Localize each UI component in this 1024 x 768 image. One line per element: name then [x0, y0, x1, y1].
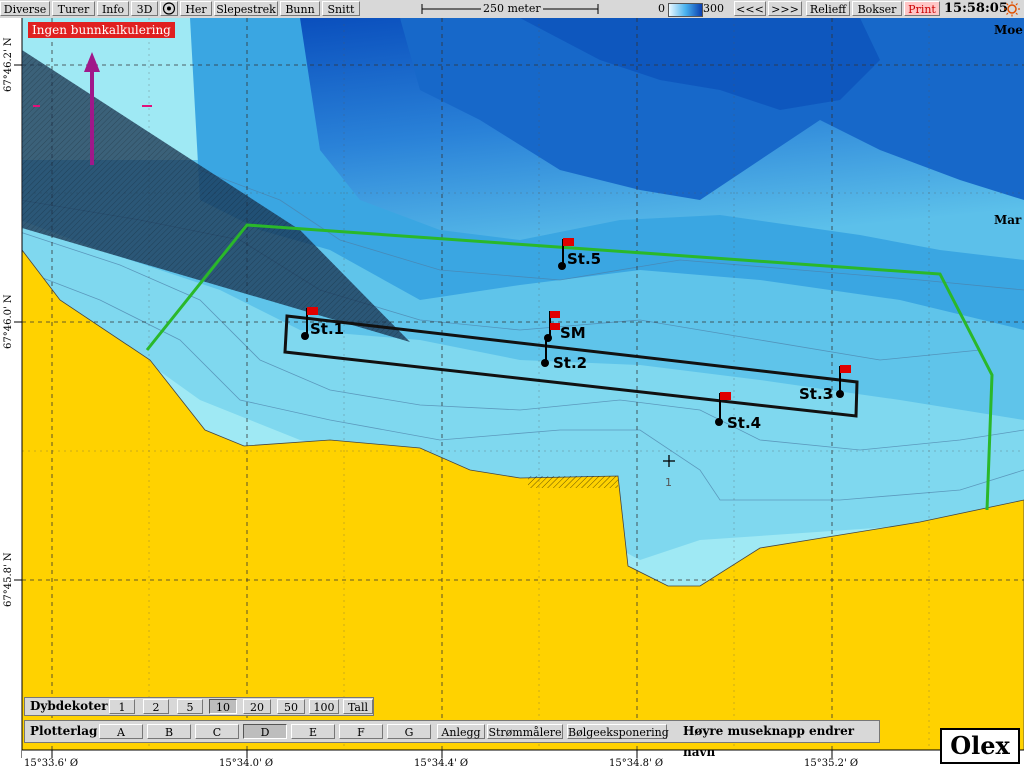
stromm-button[interactable]: Strømmålere	[487, 724, 563, 739]
menu-bunn[interactable]: Bunn	[280, 1, 320, 16]
olex-logo: Olex	[940, 728, 1020, 764]
depth-min-label: 0	[658, 2, 665, 15]
plotterlag-label: Plotterlag	[30, 724, 98, 738]
svg-text:St.3: St.3	[799, 385, 833, 403]
dybdekoter-label: Dybdekoter	[30, 699, 108, 713]
prev-button[interactable]: <<<	[734, 1, 766, 16]
sun-icon[interactable]	[1003, 1, 1021, 17]
dyb-option-active[interactable]: 10	[209, 699, 237, 714]
menu-turer[interactable]: Turer	[52, 1, 95, 16]
dyb-option[interactable]: 1	[109, 699, 135, 714]
print-button[interactable]: Print	[904, 1, 940, 16]
rename-hint: Høyre museknapp endrer navn	[683, 724, 855, 759]
menu-diverse[interactable]: Diverse	[0, 1, 50, 16]
dyb-option[interactable]: 20	[243, 699, 271, 714]
layer-e-button[interactable]: E	[291, 724, 335, 739]
place-name: Mar	[994, 213, 1022, 227]
depth-color-scale	[668, 3, 703, 17]
relieff-button[interactable]: Relieff	[806, 1, 850, 16]
layer-a-button[interactable]: A	[99, 724, 143, 739]
svg-text:SM: SM	[560, 324, 586, 342]
place-name: Moe	[994, 23, 1023, 37]
layer-d-button[interactable]: D	[243, 724, 287, 739]
lat-scale-margin	[0, 18, 22, 768]
layer-b-button[interactable]: B	[147, 724, 191, 739]
scale-label: 250 meter	[481, 2, 543, 15]
svg-text:1: 1	[665, 476, 672, 489]
svg-text:St.4: St.4	[727, 414, 761, 432]
top-toolbar: Diverse Turer Info 3D Her Slepestrek Bun…	[0, 0, 1024, 19]
depth-max-label: 300	[703, 2, 724, 15]
dyb-option[interactable]: 50	[277, 699, 305, 714]
menu-info[interactable]: Info	[97, 1, 129, 16]
sea-chart[interactable]: 67°46.2' N 67°46.0' N 67°45.8' N 15°33.6…	[0, 18, 1024, 768]
menu-snitt[interactable]: Snitt	[322, 1, 360, 16]
lon-label: 15°34.4' Ø	[414, 758, 468, 768]
svg-text:St.2: St.2	[553, 354, 587, 372]
plotterlag-panel: Plotterlag A B C D E F G Anlegg Strømmål…	[24, 720, 880, 759]
clock: 15:58:05	[944, 1, 1008, 16]
pier	[528, 476, 618, 488]
bokser-button[interactable]: Bokser	[852, 1, 902, 16]
layer-g-button[interactable]: G	[387, 724, 431, 739]
layer-f-button[interactable]: F	[339, 724, 383, 739]
lon-label: 15°34.8' Ø	[609, 758, 663, 768]
lon-label: 15°34.0' Ø	[219, 758, 273, 768]
layer-c-button[interactable]: C	[195, 724, 239, 739]
anlegg-button[interactable]: Anlegg	[437, 724, 485, 739]
lat-label: 67°45.8' N	[3, 552, 14, 607]
lat-label: 67°46.0' N	[3, 294, 14, 349]
warning-label: Ingen bunnkalkulering	[28, 22, 175, 38]
svg-text:St.5: St.5	[567, 250, 601, 268]
menu-3d[interactable]: 3D	[131, 1, 158, 16]
dyb-option[interactable]: 100	[309, 699, 339, 714]
lon-label: 15°33.6' Ø	[24, 758, 78, 768]
menu-slepestrek[interactable]: Slepestrek	[214, 1, 278, 16]
next-button[interactable]: >>>	[768, 1, 802, 16]
lat-label: 67°46.2' N	[3, 37, 14, 92]
bolgeeksponering-button[interactable]: Bølgeeksponering	[567, 724, 669, 739]
dybdekoter-panel: Dybdekoter 1 2 5 10 20 50 100 Tall	[24, 697, 374, 716]
dyb-option[interactable]: 2	[143, 699, 169, 714]
menu-her[interactable]: Her	[180, 1, 212, 16]
dyb-option-tall[interactable]: Tall	[343, 699, 373, 714]
target-icon[interactable]	[160, 1, 178, 16]
dyb-option[interactable]: 5	[177, 699, 203, 714]
svg-text:St.1: St.1	[310, 320, 344, 338]
